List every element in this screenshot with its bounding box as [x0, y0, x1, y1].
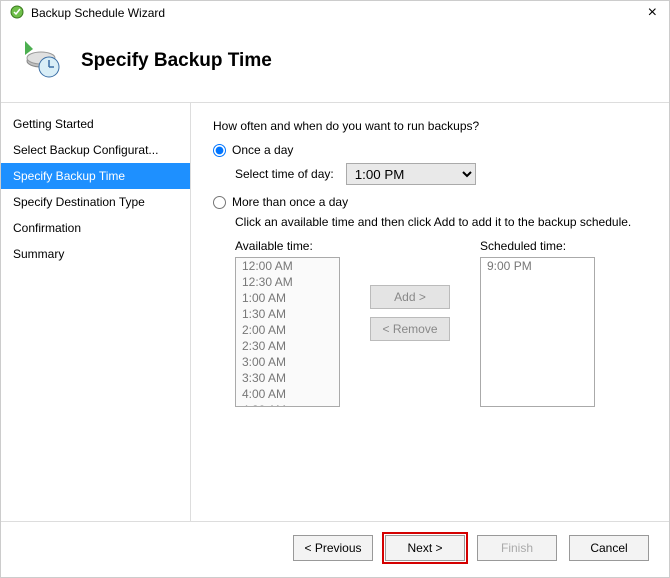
next-button[interactable]: Next >	[385, 535, 465, 561]
list-item[interactable]: 2:00 AM	[236, 322, 339, 338]
list-item[interactable]: 3:00 AM	[236, 354, 339, 370]
sidebar-item-getting-started[interactable]: Getting Started	[1, 111, 190, 137]
sidebar-item-label: Summary	[13, 247, 64, 261]
list-item[interactable]: 4:00 AM	[236, 386, 339, 402]
wizard-sidebar: Getting Started Select Backup Configurat…	[1, 103, 191, 521]
remove-button[interactable]: < Remove	[370, 317, 450, 341]
sidebar-item-specify-destination-type[interactable]: Specify Destination Type	[1, 189, 190, 215]
time-select[interactable]: 1:00 PM	[346, 163, 476, 185]
finish-button: Finish	[477, 535, 557, 561]
sidebar-item-select-backup-config[interactable]: Select Backup Configurat...	[1, 137, 190, 163]
wizard-header: Specify Backup Time	[1, 31, 669, 103]
titlebar: Backup Schedule Wizard ×	[1, 1, 669, 31]
window-title: Backup Schedule Wizard	[31, 6, 165, 20]
sidebar-item-label: Specify Destination Type	[13, 195, 145, 209]
wizard-icon	[19, 37, 63, 84]
scheduled-time-list[interactable]: 9:00 PM	[480, 257, 595, 407]
sidebar-item-label: Select Backup Configurat...	[13, 143, 158, 157]
list-item[interactable]: 1:00 AM	[236, 290, 339, 306]
list-item[interactable]: 1:30 AM	[236, 306, 339, 322]
more-than-once-radio[interactable]	[213, 196, 226, 209]
sidebar-item-label: Getting Started	[13, 117, 94, 131]
question-label: How often and when do you want to run ba…	[213, 119, 647, 133]
once-a-day-radio[interactable]	[213, 144, 226, 157]
wizard-footer: < Previous Next > Finish Cancel	[1, 521, 669, 573]
sidebar-item-label: Specify Backup Time	[13, 169, 125, 183]
available-time-list[interactable]: 12:00 AM 12:30 AM 1:00 AM 1:30 AM 2:00 A…	[235, 257, 340, 407]
list-item[interactable]: 4:30 AM	[236, 402, 339, 407]
list-item[interactable]: 3:30 AM	[236, 370, 339, 386]
list-item[interactable]: 12:30 AM	[236, 274, 339, 290]
more-hint: Click an available time and then click A…	[235, 215, 647, 229]
list-item[interactable]: 9:00 PM	[481, 258, 594, 274]
sidebar-item-specify-backup-time[interactable]: Specify Backup Time	[1, 163, 190, 189]
close-icon[interactable]: ×	[644, 5, 661, 21]
page-title: Specify Backup Time	[81, 50, 272, 72]
previous-button[interactable]: < Previous	[293, 535, 373, 561]
select-time-label: Select time of day:	[235, 167, 334, 181]
wizard-content: How often and when do you want to run ba…	[191, 103, 669, 521]
sidebar-item-label: Confirmation	[13, 221, 81, 235]
sidebar-item-summary[interactable]: Summary	[1, 241, 190, 267]
available-time-label: Available time:	[235, 239, 340, 253]
once-a-day-label: Once a day	[232, 143, 293, 157]
cancel-button[interactable]: Cancel	[569, 535, 649, 561]
sidebar-item-confirmation[interactable]: Confirmation	[1, 215, 190, 241]
scheduled-time-label: Scheduled time:	[480, 239, 595, 253]
more-than-once-label: More than once a day	[232, 195, 348, 209]
list-item[interactable]: 12:00 AM	[236, 258, 339, 274]
app-icon	[9, 4, 25, 23]
add-button[interactable]: Add >	[370, 285, 450, 309]
list-item[interactable]: 2:30 AM	[236, 338, 339, 354]
